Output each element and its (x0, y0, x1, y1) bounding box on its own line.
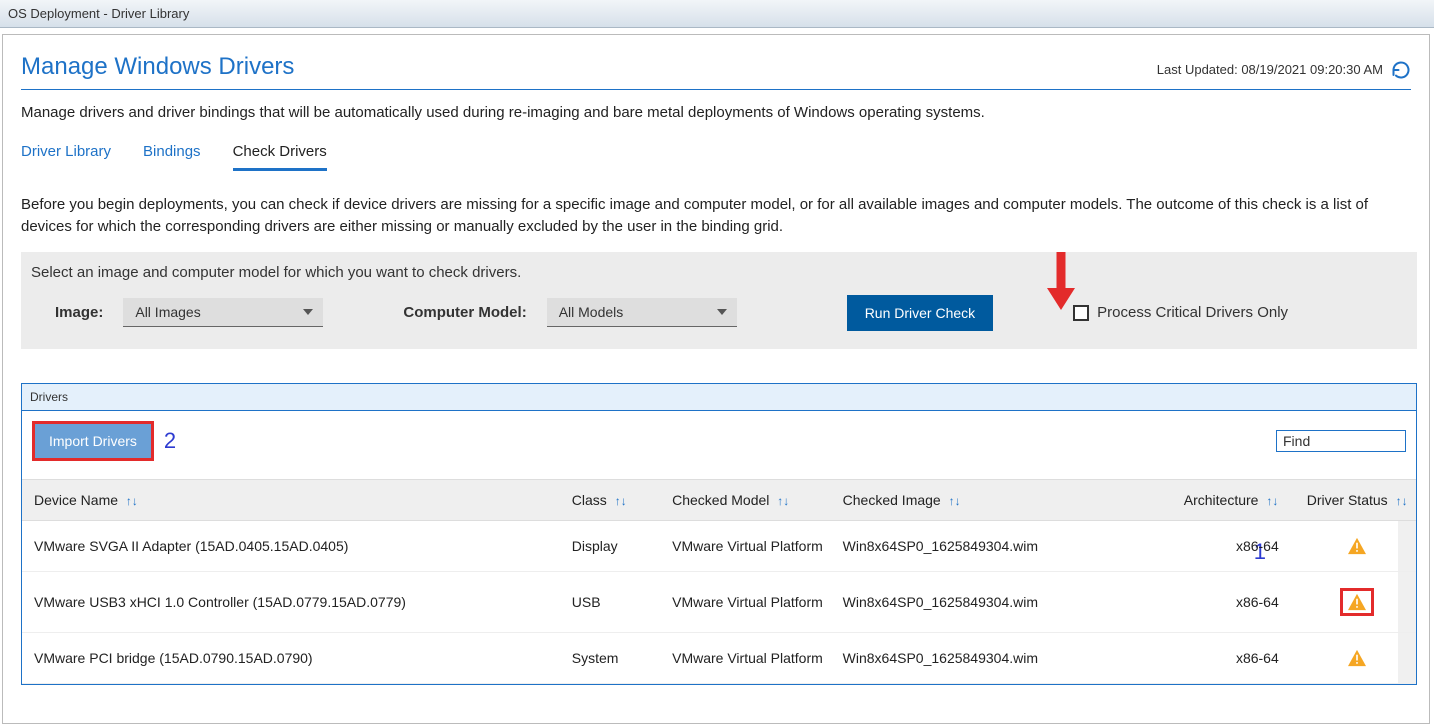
tab-bar: Driver Library Bindings Check Drivers (3, 137, 1429, 172)
content-area: Manage Windows Drivers Last Updated: 08/… (2, 34, 1430, 724)
tab-check-drivers[interactable]: Check Drivers (233, 137, 327, 171)
find-placeholder: Find (1283, 433, 1310, 449)
cell-device-name: VMware USB3 xHCI 1.0 Controller (15AD.07… (22, 571, 564, 632)
chevron-down-icon (717, 309, 727, 315)
model-label: Computer Model: (403, 304, 526, 321)
filter-row: Image: All Images Computer Model: All Mo… (31, 295, 1403, 331)
last-updated-text: Last Updated: 08/19/2021 09:20:30 AM (1157, 62, 1383, 77)
sort-icon: ↑↓ (126, 494, 138, 508)
sort-icon: ↑↓ (615, 494, 627, 508)
refresh-icon[interactable] (1391, 60, 1411, 80)
col-class[interactable]: Class ↑↓ (564, 479, 664, 520)
page-description: Manage drivers and driver bindings that … (3, 104, 1429, 137)
table-row[interactable]: VMware PCI bridge (15AD.0790.15AD.0790)S… (22, 632, 1416, 683)
cell-checked-image: Win8x64SP0_1625849304.wim (835, 571, 1176, 632)
page-title: Manage Windows Drivers (21, 53, 294, 81)
cell-class: System (564, 632, 664, 683)
annotation-number-2: 2 (164, 428, 176, 454)
model-select-value: All Models (559, 304, 624, 320)
window-titlebar: OS Deployment - Driver Library (0, 0, 1434, 28)
model-select[interactable]: All Models (547, 298, 737, 327)
chevron-down-icon (303, 309, 313, 315)
drivers-table-container: 1 ▴ Device Name ↑↓ Class ↑↓ (22, 479, 1416, 685)
warning-icon (1340, 588, 1374, 616)
cell-device-name: VMware SVGA II Adapter (15AD.0405.15AD.0… (22, 520, 564, 571)
warning-icon (1347, 537, 1367, 553)
col-checked-image[interactable]: Checked Image ↑↓ (835, 479, 1176, 520)
col-checked-model[interactable]: Checked Model ↑↓ (664, 479, 835, 520)
critical-only-checkbox[interactable]: Process Critical Drivers Only (1073, 304, 1288, 321)
tab-bindings[interactable]: Bindings (143, 137, 201, 171)
page-header: Manage Windows Drivers Last Updated: 08/… (3, 35, 1429, 89)
cell-driver-status (1299, 571, 1416, 632)
drivers-table: Device Name ↑↓ Class ↑↓ Checked Model ↑↓ (22, 479, 1416, 685)
window-title: OS Deployment - Driver Library (8, 6, 189, 21)
warning-icon (1347, 649, 1367, 665)
sort-icon: ↑↓ (1396, 494, 1408, 508)
filter-panel: Select an image and computer model for w… (21, 252, 1417, 349)
col-driver-status[interactable]: Driver Status ↑↓ (1299, 479, 1416, 520)
cell-checked-model: VMware Virtual Platform (664, 571, 835, 632)
find-input[interactable]: Find (1276, 430, 1406, 452)
sort-icon: ↑↓ (1266, 494, 1278, 508)
annotation-arrow-icon (1041, 248, 1081, 317)
cell-driver-status (1299, 520, 1416, 571)
sort-icon: ↑↓ (949, 494, 961, 508)
critical-only-label: Process Critical Drivers Only (1097, 304, 1288, 321)
table-row[interactable]: VMware USB3 xHCI 1.0 Controller (15AD.07… (22, 571, 1416, 632)
last-updated: Last Updated: 08/19/2021 09:20:30 AM (1157, 60, 1411, 80)
cell-class: Display (564, 520, 664, 571)
image-label: Image: (55, 304, 103, 321)
run-driver-check-button[interactable]: Run Driver Check (847, 295, 993, 331)
cell-architecture: x86-64 (1176, 520, 1299, 571)
drivers-panel: Drivers Import Drivers 2 Find 1 ▴ Device… (21, 383, 1417, 686)
sort-icon: ↑↓ (777, 494, 789, 508)
cell-checked-model: VMware Virtual Platform (664, 632, 835, 683)
import-drivers-button[interactable]: Import Drivers (32, 421, 154, 461)
cell-checked-image: Win8x64SP0_1625849304.wim (835, 632, 1176, 683)
header-rule (21, 89, 1411, 90)
cell-device-name: VMware PCI bridge (15AD.0790.15AD.0790) (22, 632, 564, 683)
drivers-panel-title: Drivers (22, 384, 1416, 411)
image-select-value: All Images (135, 304, 200, 320)
tab-driver-library[interactable]: Driver Library (21, 137, 111, 171)
table-row[interactable]: VMware SVGA II Adapter (15AD.0405.15AD.0… (22, 520, 1416, 571)
image-select[interactable]: All Images (123, 298, 323, 327)
col-device-name[interactable]: Device Name ↑↓ (22, 479, 564, 520)
filter-instruction: Select an image and computer model for w… (31, 264, 1403, 281)
drivers-toolbar: Import Drivers 2 Find (22, 411, 1416, 479)
cell-architecture: x86-64 (1176, 632, 1299, 683)
cell-class: USB (564, 571, 664, 632)
cell-driver-status (1299, 632, 1416, 683)
col-architecture[interactable]: Architecture ↑↓ (1176, 479, 1299, 520)
cell-checked-image: Win8x64SP0_1625849304.wim (835, 520, 1176, 571)
cell-architecture: x86-64 (1176, 571, 1299, 632)
tab-description: Before you begin deployments, you can ch… (3, 172, 1429, 252)
cell-checked-model: VMware Virtual Platform (664, 520, 835, 571)
